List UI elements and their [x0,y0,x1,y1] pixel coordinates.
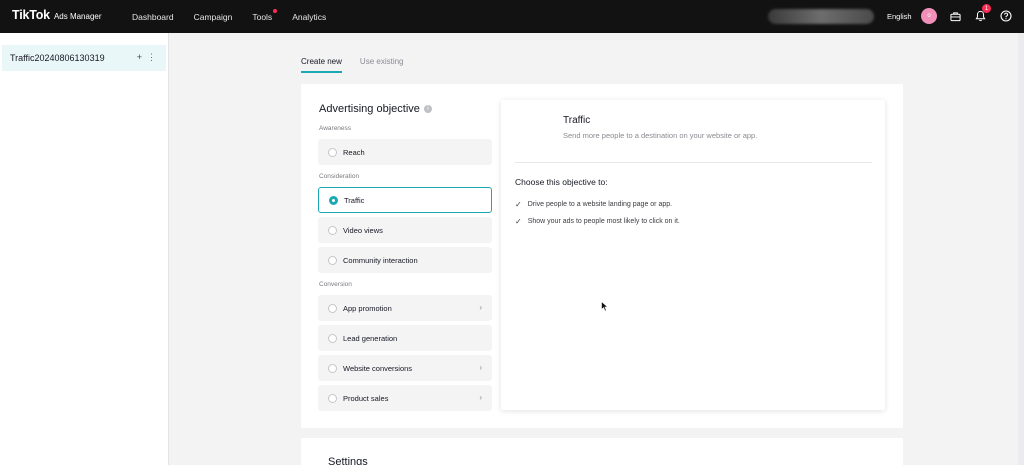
logo-subtext: Ads Manager [53,12,102,21]
radio-icon [328,333,337,343]
radio-icon [328,147,337,157]
advertising-objective-card: Advertising objective i Awareness Reach … [301,84,903,428]
help-icon[interactable] [998,8,1014,24]
language-selector[interactable]: English [887,12,912,21]
add-icon[interactable]: + [137,52,142,62]
divider [515,162,872,163]
group-conversion: Conversion [319,281,352,288]
reason-text: Drive people to a website landing page o… [527,201,673,208]
campaign-name: Traffic20240806130319 [10,53,105,63]
radio-icon [328,363,337,373]
main-nav: Dashboard Campaign Tools Analytics [132,0,346,33]
tools-notification-dot [273,8,278,13]
group-consideration: Consideration [319,173,360,180]
sidebar-item-campaign[interactable]: Traffic20240806130319 + ⋮ [2,45,166,71]
radio-icon [328,255,337,265]
nav-dashboard[interactable]: Dashboard [132,12,174,22]
description-title: Traffic [563,115,591,126]
campaign-sidebar: Traffic20240806130319 + ⋮ [0,33,169,465]
notification-badge: 1 [982,4,991,13]
option-lead-generation[interactable]: Lead generation [318,325,492,351]
top-navigation-bar: TikTok Ads Manager Dashboard Campaign To… [0,0,1024,33]
option-label: App promotion [343,303,392,313]
nav-tools[interactable]: Tools [252,8,278,22]
more-icon[interactable]: ⋮ [147,52,156,63]
info-icon[interactable]: i [423,105,432,113]
objective-title-text: Advertising objective [319,103,420,115]
radio-icon [328,393,337,403]
option-label: Website conversions [343,363,413,373]
option-product-sales[interactable]: Product sales › [318,385,492,411]
nav-campaign[interactable]: Campaign [194,12,233,22]
option-video-views[interactable]: Video views [318,217,492,243]
bell-icon[interactable]: 1 [972,4,991,24]
avatar[interactable]: o [921,8,937,24]
option-website-conversions[interactable]: Website conversions › [318,355,492,381]
settings-title: Settings [328,456,368,465]
nav-tools-label: Tools [252,11,273,22]
check-icon: ✓ [515,217,522,226]
option-reach[interactable]: Reach [318,139,492,165]
radio-selected-icon [329,195,338,205]
nav-analytics[interactable]: Analytics [292,12,326,22]
chevron-right-icon: › [479,363,482,372]
settings-card: Settings [301,438,903,465]
option-label: Product sales [343,393,389,403]
choose-heading: Choose this objective to: [515,177,608,187]
radio-icon [328,225,337,235]
option-community-interaction[interactable]: Community interaction [318,247,492,273]
objective-title: Advertising objective i [319,103,432,115]
reason-item: ✓ Drive people to a website landing page… [515,200,672,209]
reason-item: ✓ Show your ads to people most likely to… [515,217,680,226]
reason-text: Show your ads to people most likely to c… [527,218,680,225]
logo-text: TikTok [12,8,50,22]
option-label: Reach [343,147,365,157]
check-icon: ✓ [515,200,522,209]
objective-description-panel: Traffic Send more people to a destinatio… [501,100,885,410]
tab-create-new[interactable]: Create new [301,57,342,73]
option-label: Video views [343,225,383,235]
option-label: Lead generation [343,333,398,343]
option-traffic[interactable]: Traffic [318,187,492,213]
tiktok-ads-manager-logo[interactable]: TikTok Ads Manager [12,8,102,22]
tab-use-existing[interactable]: Use existing [360,57,404,73]
briefcase-icon[interactable] [947,8,963,24]
option-app-promotion[interactable]: App promotion › [318,295,492,321]
radio-icon [328,303,337,313]
group-awareness: Awareness [319,125,352,132]
description-subtitle: Send more people to a destination on you… [563,131,758,140]
chevron-right-icon: › [479,393,482,402]
create-tabs: Create new Use existing [301,57,422,73]
account-selector[interactable] [768,9,874,24]
option-label: Community interaction [343,255,418,265]
page-scrollbar[interactable] [1018,33,1024,465]
option-label: Traffic [344,195,365,205]
chevron-right-icon: › [479,303,482,312]
mouse-cursor-icon [601,301,609,312]
